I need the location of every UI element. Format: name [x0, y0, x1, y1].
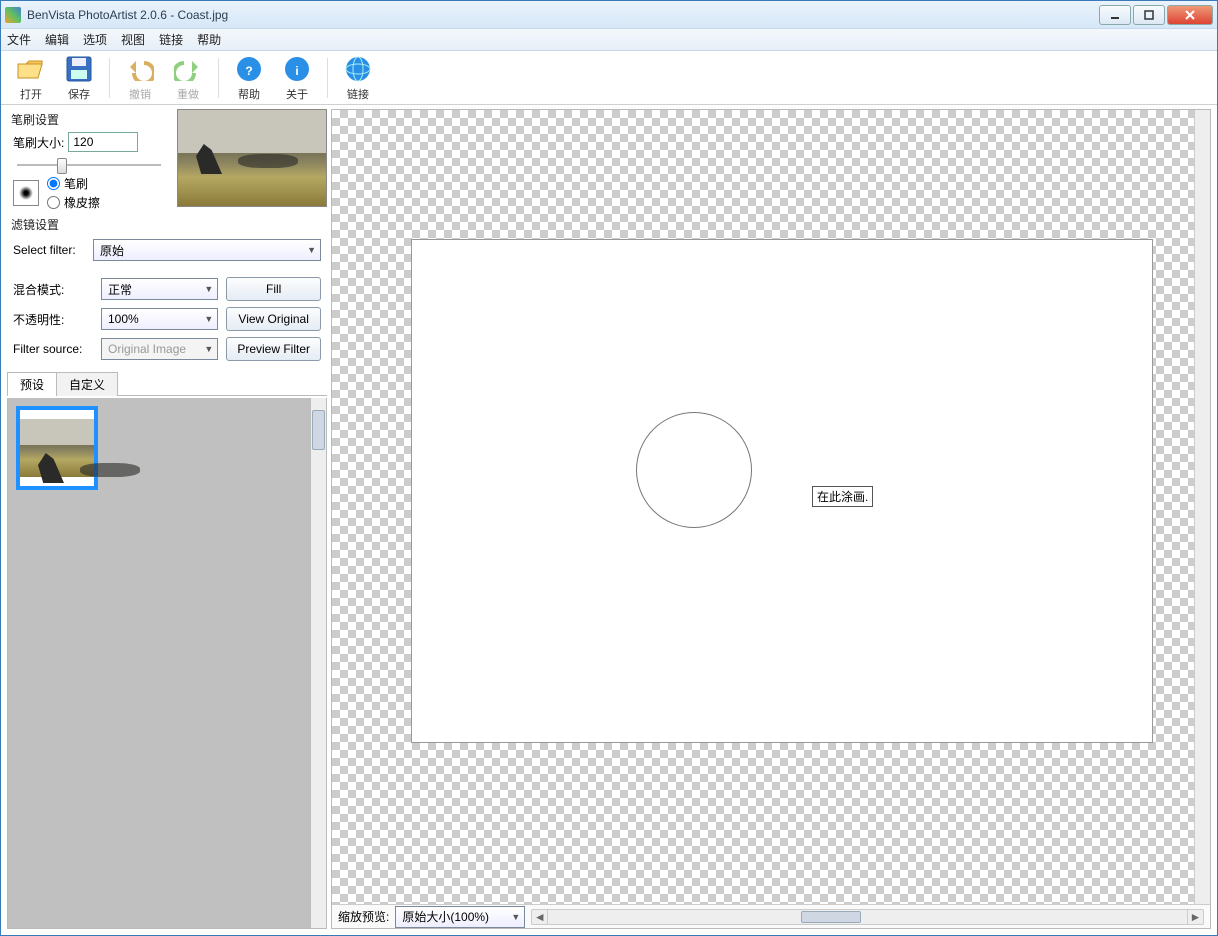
- tab-custom[interactable]: 自定义: [56, 372, 118, 396]
- canvas-hscrollbar[interactable]: ◄ ►: [531, 909, 1204, 925]
- blend-mode-label: 混合模式:: [13, 281, 93, 298]
- undo-button[interactable]: 撤销: [118, 53, 162, 103]
- menu-link[interactable]: 链接: [159, 31, 183, 48]
- canvas-panel: 在此涂画. 缩放预览: 原始大小(100%)▼ ◄ ►: [331, 109, 1211, 929]
- redo-button[interactable]: 重做: [166, 53, 210, 103]
- title-bar: BenVista PhotoArtist 2.0.6 - Coast.jpg: [1, 1, 1217, 29]
- canvas[interactable]: 在此涂画.: [332, 110, 1194, 904]
- brush-preview-swatch: [13, 180, 39, 206]
- eraser-tool-radio[interactable]: [47, 196, 60, 209]
- menu-help[interactable]: 帮助: [197, 31, 221, 48]
- preset-item[interactable]: [16, 406, 98, 490]
- close-button[interactable]: [1167, 5, 1213, 25]
- scroll-left-icon[interactable]: ◄: [532, 910, 548, 924]
- select-filter-combo[interactable]: 原始▼: [93, 239, 321, 261]
- redo-icon: [173, 54, 203, 84]
- canvas-tooltip: 在此涂画.: [812, 486, 873, 507]
- main-toolbar: 打开 保存 撤销 重做 ? 帮助 i 关于 链接: [1, 51, 1217, 105]
- maximize-button[interactable]: [1133, 5, 1165, 25]
- zoom-label: 缩放预览:: [338, 908, 389, 925]
- brush-size-input[interactable]: [68, 132, 138, 152]
- tab-preset[interactable]: 预设: [7, 372, 57, 396]
- brush-size-slider[interactable]: [7, 154, 171, 174]
- brush-tool-radio[interactable]: [47, 177, 60, 190]
- minimize-button[interactable]: [1099, 5, 1131, 25]
- select-filter-label: Select filter:: [13, 243, 87, 257]
- globe-icon: [343, 54, 373, 84]
- open-button[interactable]: 打开: [9, 53, 53, 103]
- menu-view[interactable]: 视图: [121, 31, 145, 48]
- help-button[interactable]: ? 帮助: [227, 53, 271, 103]
- info-icon: i: [282, 54, 312, 84]
- help-icon: ?: [234, 54, 264, 84]
- about-button[interactable]: i 关于: [275, 53, 319, 103]
- image-thumbnail: [177, 109, 327, 207]
- save-icon: [64, 54, 94, 84]
- opacity-combo[interactable]: 100%▼: [101, 308, 218, 330]
- scroll-right-icon[interactable]: ►: [1187, 910, 1203, 924]
- zoom-combo[interactable]: 原始大小(100%)▼: [395, 906, 525, 928]
- window-title: BenVista PhotoArtist 2.0.6 - Coast.jpg: [27, 8, 228, 22]
- brush-size-label: 笔刷大小:: [13, 134, 64, 151]
- folder-open-icon: [16, 54, 46, 84]
- menu-file[interactable]: 文件: [7, 31, 31, 48]
- app-icon: [5, 7, 21, 23]
- canvas-vscrollbar[interactable]: [1194, 110, 1210, 904]
- preset-list: [7, 398, 327, 929]
- preview-filter-button[interactable]: Preview Filter: [226, 337, 321, 361]
- preset-tabs: 预设 自定义: [7, 371, 327, 396]
- menu-options[interactable]: 选项: [83, 31, 107, 48]
- canvas-paper: 在此涂画.: [412, 240, 1152, 742]
- app-window: BenVista PhotoArtist 2.0.6 - Coast.jpg 文…: [0, 0, 1218, 936]
- filter-source-combo: Original Image▼: [101, 338, 218, 360]
- link-button[interactable]: 链接: [336, 53, 380, 103]
- opacity-label: 不透明性:: [13, 311, 93, 328]
- blend-mode-combo[interactable]: 正常▼: [101, 278, 218, 300]
- undo-icon: [125, 54, 155, 84]
- view-original-button[interactable]: View Original: [226, 307, 321, 331]
- fill-button[interactable]: Fill: [226, 277, 321, 301]
- left-panel: 笔刷设置 笔刷大小: 笔刷 橡皮擦: [7, 109, 327, 929]
- filter-source-label: Filter source:: [13, 342, 93, 356]
- svg-text:?: ?: [245, 64, 252, 78]
- brush-section-title: 笔刷设置: [7, 109, 171, 130]
- save-button[interactable]: 保存: [57, 53, 101, 103]
- preset-scrollbar[interactable]: [310, 398, 326, 928]
- brush-cursor-icon: [636, 412, 752, 528]
- svg-text:i: i: [295, 64, 298, 78]
- menu-edit[interactable]: 编辑: [45, 31, 69, 48]
- filter-section-title: 滤镜设置: [7, 214, 327, 235]
- menu-bar: 文件 编辑 选项 视图 链接 帮助: [1, 29, 1217, 51]
